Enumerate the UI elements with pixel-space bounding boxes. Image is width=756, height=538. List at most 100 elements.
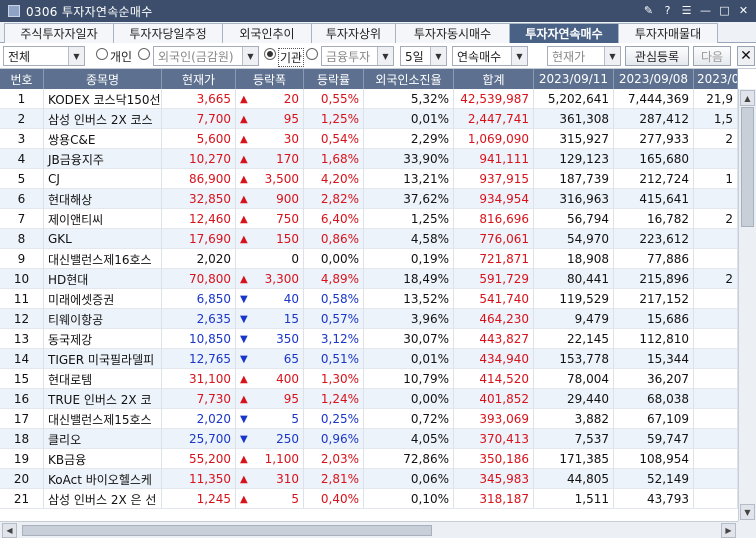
header-sum[interactable]: 합계 xyxy=(454,69,534,89)
table-row[interactable]: 7 제이앤티씨 12,460 ▲ 750 6,40% 1,25% 816,696 56,794 1… xyxy=(0,209,738,229)
cell-date-1: 54,970 xyxy=(534,229,614,249)
cell-rate: 0,54% xyxy=(304,129,364,149)
header-no[interactable]: 번호 xyxy=(0,69,44,89)
table-row[interactable]: 14 TIGER 미국필라델피 12,765 ▼ 65 0,51% 0,01% 434,940… xyxy=(0,349,738,369)
mode-select[interactable]: 연속매수 ▼ xyxy=(452,46,528,66)
foreign-source-select[interactable]: 외국인(금감원) ▼ xyxy=(153,46,259,66)
header-price[interactable]: 현재가 xyxy=(162,69,236,89)
menu-icon[interactable]: ☰ xyxy=(680,3,693,18)
cell-foreign-ratio: 13,52% xyxy=(364,289,454,309)
cell-rate: 6,40% xyxy=(304,209,364,229)
header-rate[interactable]: 등락률 xyxy=(304,69,364,89)
table-row[interactable]: 20 KoAct 바이오헬스케 11,350 ▲ 310 2,81% 0,06% 345,98… xyxy=(0,469,738,489)
cell-date-1: 18,908 xyxy=(534,249,614,269)
table-row[interactable]: 21 삼성 인버스 2X 은 선 1,245 ▲ 5 0,40% 0,10% 318,187 1… xyxy=(0,489,738,509)
cell-sum: 941,111 xyxy=(454,149,534,169)
tab-investor-simultaneous[interactable]: 투자자동시매수 xyxy=(395,23,510,43)
cell-change: ▲ 5 xyxy=(236,489,304,509)
cell-name: TRUE 인버스 2X 코 xyxy=(44,389,162,409)
cell-no: 9 xyxy=(0,249,44,269)
table-row[interactable]: 4 JB금융지주 10,270 ▲ 170 1,68% 33,90% 941,111 129,1… xyxy=(0,149,738,169)
cell-name: 현대로템 xyxy=(44,369,162,389)
horizontal-scrollbar[interactable]: ◀ ▶ xyxy=(0,521,738,538)
close-panel-icon[interactable]: ✕ xyxy=(737,46,755,66)
header-name[interactable]: 종목명 xyxy=(44,69,162,89)
cell-price: 17,690 xyxy=(162,229,236,249)
cell-no: 7 xyxy=(0,209,44,229)
table-row[interactable]: 12 티웨이항공 2,635 ▼ 15 0,57% 3,96% 464,230 9,479 15,… xyxy=(0,309,738,329)
table-row[interactable]: 15 현대로템 31,100 ▲ 400 1,30% 10,79% 414,520 78,004… xyxy=(0,369,738,389)
table-row[interactable]: 2 삼성 인버스 2X 코스 7,700 ▲ 95 1,25% 0,01% 2,447,741… xyxy=(0,109,738,129)
cell-foreign-ratio: 0,01% xyxy=(364,349,454,369)
period-select[interactable]: 5일 ▼ xyxy=(400,46,447,66)
table-row[interactable]: 11 미래에셋증권 6,850 ▼ 40 0,58% 13,52% 541,740 119,52… xyxy=(0,289,738,309)
change-value: 5 xyxy=(291,492,299,506)
vertical-scrollbar[interactable]: ▲ ▼ xyxy=(738,89,756,521)
header-date-3[interactable]: 2023/09 xyxy=(694,69,738,89)
pin-icon[interactable]: ✎ xyxy=(642,3,655,18)
table-row[interactable]: 10 HD현대 70,800 ▲ 3,300 4,89% 18,49% 591,729 80,4… xyxy=(0,269,738,289)
table-row[interactable]: 5 CJ 86,900 ▲ 3,500 4,20% 13,21% 937,915 187,739… xyxy=(0,169,738,189)
tab-investor-daily[interactable]: 주식투자자일자 xyxy=(4,23,114,43)
cell-no: 17 xyxy=(0,409,44,429)
cell-date-1: 44,805 xyxy=(534,469,614,489)
cell-date-2: 52,149 xyxy=(614,469,694,489)
cell-sum: 370,413 xyxy=(454,429,534,449)
tab-foreign-trend[interactable]: 외국인추이 xyxy=(222,23,312,43)
cell-no: 11 xyxy=(0,289,44,309)
chevron-down-icon: ▼ xyxy=(377,47,393,65)
next-button[interactable]: 다음 xyxy=(693,46,731,66)
table-row[interactable]: 18 클리오 25,700 ▼ 250 0,96% 4,05% 370,413 7,537 59,… xyxy=(0,429,738,449)
cell-change: 0 xyxy=(236,249,304,269)
up-arrow-icon: ▲ xyxy=(240,173,248,185)
tab-investor-consecutive[interactable]: 투자자연속매수 xyxy=(509,23,619,43)
cell-date-2: 43,793 xyxy=(614,489,694,509)
table-row[interactable]: 6 현대해상 32,850 ▲ 900 2,82% 37,62% 934,954 316,963… xyxy=(0,189,738,209)
tab-label: 투자자연속매수 xyxy=(525,27,603,41)
table-row[interactable]: 17 대신밸런스제15호스 2,020 ▼ 5 0,25% 0,72% 393,069 3,88… xyxy=(0,409,738,429)
scroll-left-icon[interactable]: ◀ xyxy=(2,523,17,538)
radio-individual[interactable] xyxy=(96,48,108,60)
table-row[interactable]: 13 동국제강 10,850 ▼ 350 3,12% 30,07% 443,827 22,145… xyxy=(0,329,738,349)
price-select[interactable]: 현재가 ▼ xyxy=(547,46,621,66)
table-row[interactable]: 19 KB금융 55,200 ▲ 1,100 2,03% 72,86% 350,186 171,… xyxy=(0,449,738,469)
header-date-2[interactable]: 2023/09/08 xyxy=(614,69,694,89)
institution-type-select[interactable]: 금융투자 ▼ xyxy=(321,46,394,66)
cell-date-3: 21,9 xyxy=(694,89,738,109)
table-row[interactable]: 9 대신밸런스제16호스 2,020 0 0,00% 0,19% 721,871 18,908… xyxy=(0,249,738,269)
up-arrow-icon: ▲ xyxy=(240,93,248,105)
header-date-1[interactable]: 2023/09/11 xyxy=(534,69,614,89)
header-change[interactable]: 등락폭 xyxy=(236,69,304,89)
table-row[interactable]: 8 GKL 17,690 ▲ 150 0,86% 4,58% 776,061 54,970 223… xyxy=(0,229,738,249)
horizontal-scroll-thumb[interactable] xyxy=(22,525,432,536)
tab-investor-top[interactable]: 투자자상위 xyxy=(311,23,396,43)
table-row[interactable]: 3 쌍용C&E 5,600 ▲ 30 0,54% 2,29% 1,069,090 315,927… xyxy=(0,129,738,149)
tab-investor-estimate[interactable]: 투자자당일추정 xyxy=(113,23,223,43)
cell-date-2: 217,152 xyxy=(614,289,694,309)
close-icon[interactable]: ✕ xyxy=(737,3,750,18)
radio-institution[interactable] xyxy=(264,48,276,60)
scroll-up-icon[interactable]: ▲ xyxy=(740,90,755,106)
header-foreign-ratio[interactable]: 외국인소진율 xyxy=(364,69,454,89)
cell-name: 대신밸런스제16호스 xyxy=(44,249,162,269)
cell-no: 12 xyxy=(0,309,44,329)
tab-investor-volume[interactable]: 투자자매물대 xyxy=(618,23,718,43)
radio-foreign[interactable] xyxy=(138,48,150,60)
radio-institution-type[interactable] xyxy=(306,48,318,60)
cell-sum: 776,061 xyxy=(454,229,534,249)
watch-button[interactable]: 관심등록 xyxy=(625,46,689,66)
radio-individual-label: 개인 xyxy=(110,50,133,64)
cell-change: ▲ 95 xyxy=(236,389,304,409)
help-icon[interactable]: ? xyxy=(661,3,674,18)
vertical-scroll-thumb[interactable] xyxy=(741,107,754,227)
cell-date-2: 212,724 xyxy=(614,169,694,189)
scroll-down-icon[interactable]: ▼ xyxy=(740,504,755,520)
maximize-icon[interactable]: □ xyxy=(718,3,731,18)
market-select[interactable]: 전체 ▼ xyxy=(3,46,85,66)
minimize-icon[interactable]: — xyxy=(699,3,712,18)
scroll-right-icon[interactable]: ▶ xyxy=(721,523,736,538)
table-row[interactable]: 1 KODEX 코스닥150선 3,665 ▲ 20 0,55% 5,32% 42,539,9… xyxy=(0,89,738,109)
table-row[interactable]: 16 TRUE 인버스 2X 코 7,730 ▲ 95 1,24% 0,00% 401,852… xyxy=(0,389,738,409)
cell-no: 2 xyxy=(0,109,44,129)
cell-change: ▼ 250 xyxy=(236,429,304,449)
